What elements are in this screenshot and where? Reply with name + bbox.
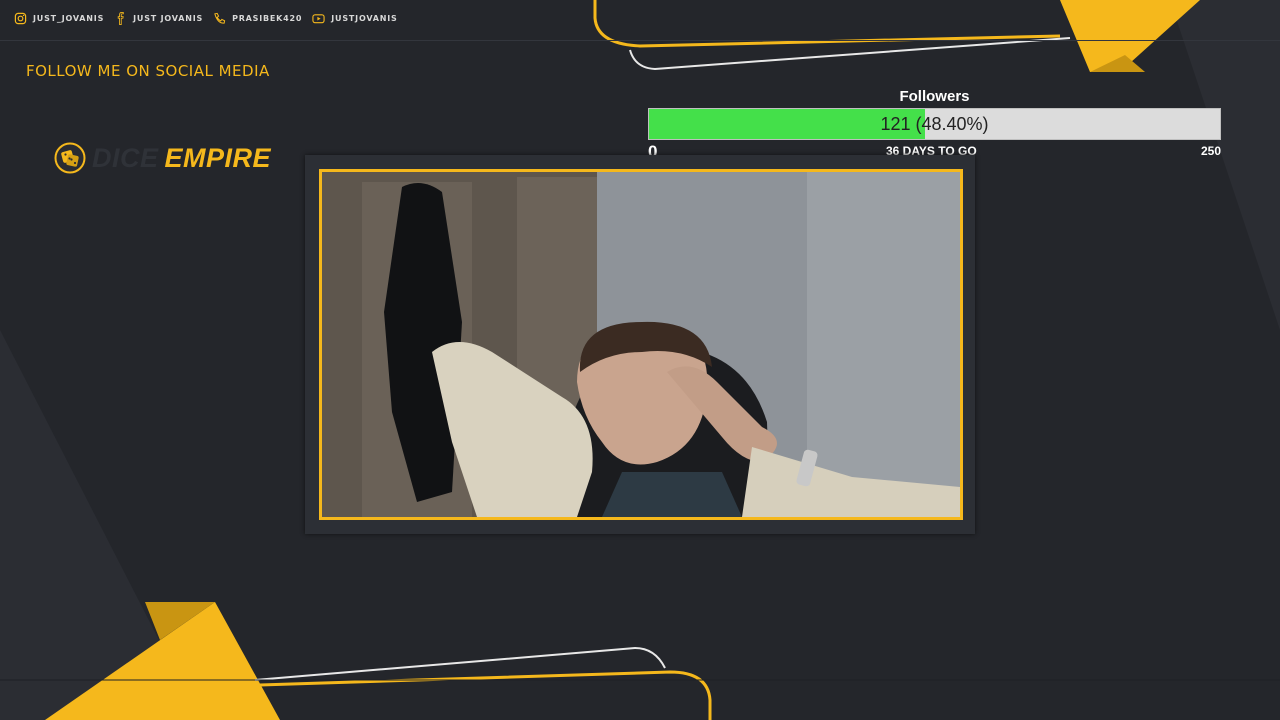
goal-progress-bar: 121 (48.40%) bbox=[648, 108, 1221, 140]
social-handle: JUST JOVANIS bbox=[133, 14, 204, 23]
social-handle: JUSTJOVANIS bbox=[331, 14, 398, 23]
social-handle: PRASIBEK420 bbox=[232, 14, 303, 23]
social-phone[interactable]: PRASIBEK420 bbox=[213, 12, 302, 25]
social-facebook[interactable]: JUST JOVANIS bbox=[114, 12, 203, 25]
social-links: JUST_JOVANIS JUST JOVANIS PRASIBEK420 JU… bbox=[14, 12, 398, 25]
instagram-icon bbox=[14, 12, 27, 25]
goal-title: Followers bbox=[899, 88, 970, 105]
follower-goal-widget: Followers 121 (48.40%) 0 36 DAYS TO GO 2… bbox=[648, 88, 1221, 161]
dice-logo-icon bbox=[54, 142, 86, 174]
webcam-feed bbox=[319, 169, 963, 520]
brand-logo: DICE EMPIRE bbox=[54, 142, 271, 174]
social-bar: JUST_JOVANIS JUST JOVANIS PRASIBEK420 JU… bbox=[0, 0, 1280, 41]
goal-max-label: 250 bbox=[1200, 144, 1221, 158]
logo-accent-word: EMPIRE bbox=[164, 142, 272, 173]
social-youtube[interactable]: JUSTJOVANIS bbox=[312, 12, 397, 25]
youtube-icon bbox=[312, 14, 325, 24]
webcam-image bbox=[322, 172, 960, 517]
phone-icon bbox=[214, 12, 226, 24]
follow-heading: FOLLOW ME ON SOCIAL MEDIA bbox=[26, 62, 270, 80]
goal-progress-value: 121 (48.40%) bbox=[880, 114, 989, 134]
social-instagram[interactable]: JUST_JOVANIS bbox=[14, 12, 104, 25]
facebook-icon bbox=[117, 12, 124, 25]
logo-dark-word: DICE bbox=[92, 142, 159, 173]
social-handle: JUST_JOVANIS bbox=[33, 14, 105, 23]
